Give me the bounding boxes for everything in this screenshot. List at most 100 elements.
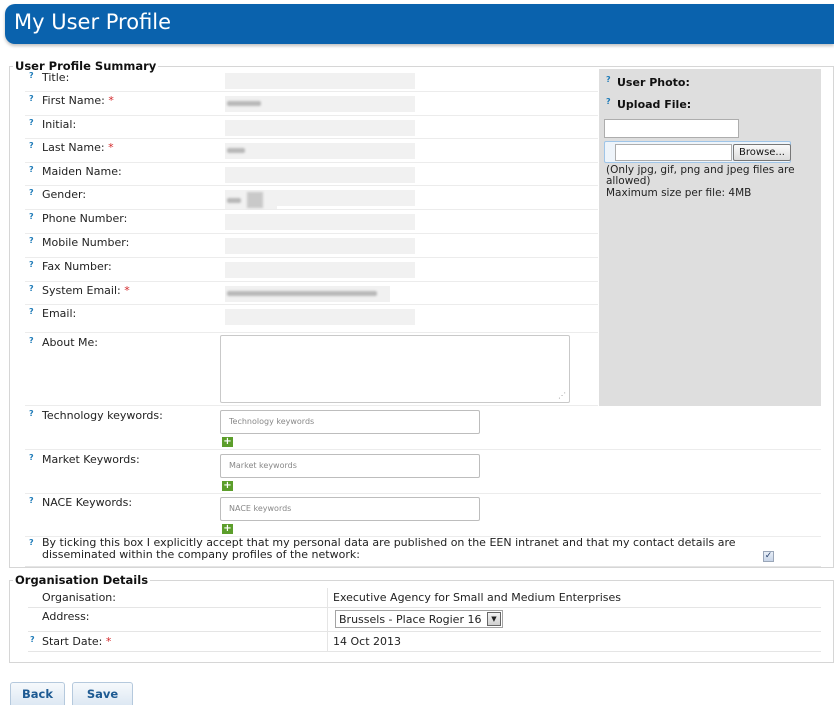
keyword-label: Technology keywords: bbox=[42, 409, 163, 422]
start-date-label: Start Date: * bbox=[42, 635, 112, 648]
help-icon[interactable]: ? bbox=[606, 75, 611, 84]
required-marker: * bbox=[124, 284, 130, 297]
field-input[interactable] bbox=[225, 262, 415, 278]
organisation-label-cell: Organisation: bbox=[28, 588, 328, 607]
field-label: First Name: * bbox=[42, 94, 114, 107]
organisation-label: Organisation: bbox=[42, 591, 116, 604]
help-icon[interactable]: ? bbox=[29, 307, 34, 316]
help-icon[interactable]: ? bbox=[29, 453, 34, 462]
field-label: Last Name: * bbox=[42, 141, 114, 154]
start-date-row: ? Start Date: * 14 Oct 2013 bbox=[28, 632, 821, 652]
start-date-value: 14 Oct 2013 bbox=[333, 635, 402, 648]
dropdown-arrow-icon[interactable]: ▼ bbox=[487, 612, 501, 626]
field-label: Email: bbox=[42, 307, 77, 320]
form-row: ? Gender: bbox=[25, 186, 598, 210]
field-label: System Email: * bbox=[42, 284, 130, 297]
field-input[interactable] bbox=[225, 167, 415, 183]
field-input[interactable] bbox=[225, 214, 415, 230]
keyword-row: ? NACE Keywords: NACE keywords + bbox=[25, 494, 821, 537]
required-marker: * bbox=[105, 635, 112, 648]
keyword-input[interactable]: Technology keywords bbox=[220, 410, 480, 434]
upload-filename-field[interactable] bbox=[604, 119, 739, 138]
form-row: ? Maiden Name: bbox=[25, 163, 598, 186]
form-row: ? Title: bbox=[25, 69, 598, 92]
redacted-value bbox=[227, 291, 377, 296]
add-keyword-icon[interactable]: + bbox=[222, 481, 233, 491]
gender-select[interactable] bbox=[225, 191, 277, 209]
field-label: Fax Number: bbox=[42, 260, 112, 273]
form-row: ? System Email: * bbox=[25, 282, 598, 305]
form-row: ? Phone Number: bbox=[25, 210, 598, 234]
help-icon[interactable]: ? bbox=[29, 94, 34, 103]
address-label-cell: Address: bbox=[28, 608, 328, 631]
address-selected-value: Brussels - Place Rogier 16 bbox=[339, 613, 482, 626]
file-type-note-cont: allowed) bbox=[606, 175, 651, 187]
page-title: My User Profile bbox=[14, 10, 172, 34]
required-marker: * bbox=[108, 94, 114, 107]
page-header: My User Profile bbox=[5, 4, 834, 44]
keyword-label: NACE Keywords: bbox=[42, 496, 133, 509]
consent-text: By ticking this box I explicitly accept … bbox=[42, 536, 736, 561]
form-row: ? Initial: bbox=[25, 116, 598, 139]
keyword-input[interactable]: NACE keywords bbox=[220, 497, 480, 521]
help-icon[interactable]: ? bbox=[29, 165, 34, 174]
help-icon[interactable]: ? bbox=[29, 260, 34, 269]
browse-button[interactable]: Browse... bbox=[733, 144, 791, 161]
redacted-value bbox=[227, 198, 241, 203]
help-icon[interactable]: ? bbox=[29, 336, 34, 345]
save-button[interactable]: Save bbox=[72, 682, 133, 705]
redacted-value bbox=[227, 101, 261, 106]
keyword-row: ? Technology keywords: Technology keywords… bbox=[25, 407, 821, 450]
keyword-input[interactable]: Market keywords bbox=[220, 454, 480, 478]
help-icon[interactable]: ? bbox=[29, 284, 34, 293]
help-icon[interactable]: ? bbox=[29, 118, 34, 127]
form-row: ? Last Name: * bbox=[25, 139, 598, 163]
address-select[interactable]: Brussels - Place Rogier 16 ▼ bbox=[335, 610, 503, 628]
field-label: Initial: bbox=[42, 118, 77, 131]
help-icon[interactable]: ? bbox=[29, 409, 34, 418]
keyword-placeholder: Technology keywords bbox=[229, 417, 315, 426]
dropdown-arrow-icon[interactable] bbox=[247, 192, 263, 208]
keyword-placeholder: Market keywords bbox=[229, 461, 297, 470]
field-label: Maiden Name: bbox=[42, 165, 122, 178]
about-me-textarea[interactable]: ⋰ bbox=[220, 335, 570, 403]
address-label: Address: bbox=[42, 610, 90, 623]
field-input[interactable] bbox=[225, 309, 415, 325]
field-input[interactable] bbox=[225, 238, 415, 254]
start-date-label-cell: ? Start Date: * bbox=[28, 632, 328, 651]
file-picker: Browse... bbox=[604, 141, 791, 163]
form-row: ? Email: bbox=[25, 305, 598, 333]
form-row: ? Fax Number: bbox=[25, 258, 598, 282]
field-input[interactable] bbox=[225, 73, 415, 89]
form-row: ? Mobile Number: bbox=[25, 234, 598, 258]
organisation-details-legend: Organisation Details bbox=[13, 573, 151, 587]
user-photo-panel: ? User Photo: ? Upload File: Browse... (… bbox=[599, 69, 821, 406]
back-button[interactable]: Back bbox=[10, 682, 65, 705]
about-me-row: ? About Me: ⋰ bbox=[25, 334, 598, 406]
help-icon[interactable]: ? bbox=[30, 635, 35, 644]
required-marker: * bbox=[108, 141, 114, 154]
field-label: Gender: bbox=[42, 188, 87, 201]
upload-file-label: Upload File: bbox=[617, 98, 692, 111]
address-row: Address: Brussels - Place Rogier 16 ▼ bbox=[28, 608, 821, 632]
file-path-input[interactable] bbox=[615, 144, 732, 161]
max-size-note: Maximum size per file: 4MB bbox=[606, 187, 752, 199]
help-icon[interactable]: ? bbox=[29, 496, 34, 505]
help-icon[interactable]: ? bbox=[29, 188, 34, 197]
help-icon[interactable]: ? bbox=[29, 71, 34, 80]
field-input[interactable] bbox=[225, 120, 415, 136]
help-icon[interactable]: ? bbox=[29, 236, 34, 245]
organisation-value: Executive Agency for Small and Medium En… bbox=[333, 591, 622, 604]
help-icon[interactable]: ? bbox=[29, 212, 34, 221]
consent-checkbox[interactable]: ✓ bbox=[763, 551, 774, 562]
add-keyword-icon[interactable]: + bbox=[222, 524, 233, 534]
about-me-label: About Me: bbox=[42, 336, 98, 349]
resize-grip-icon[interactable]: ⋰ bbox=[558, 391, 566, 400]
add-keyword-icon[interactable]: + bbox=[222, 437, 233, 447]
help-icon[interactable]: ? bbox=[606, 97, 611, 106]
form-row: ? First Name: * bbox=[25, 92, 598, 116]
help-icon[interactable]: ? bbox=[29, 538, 34, 547]
user-photo-label: User Photo: bbox=[617, 76, 690, 89]
field-input[interactable] bbox=[225, 143, 415, 159]
help-icon[interactable]: ? bbox=[29, 141, 34, 150]
